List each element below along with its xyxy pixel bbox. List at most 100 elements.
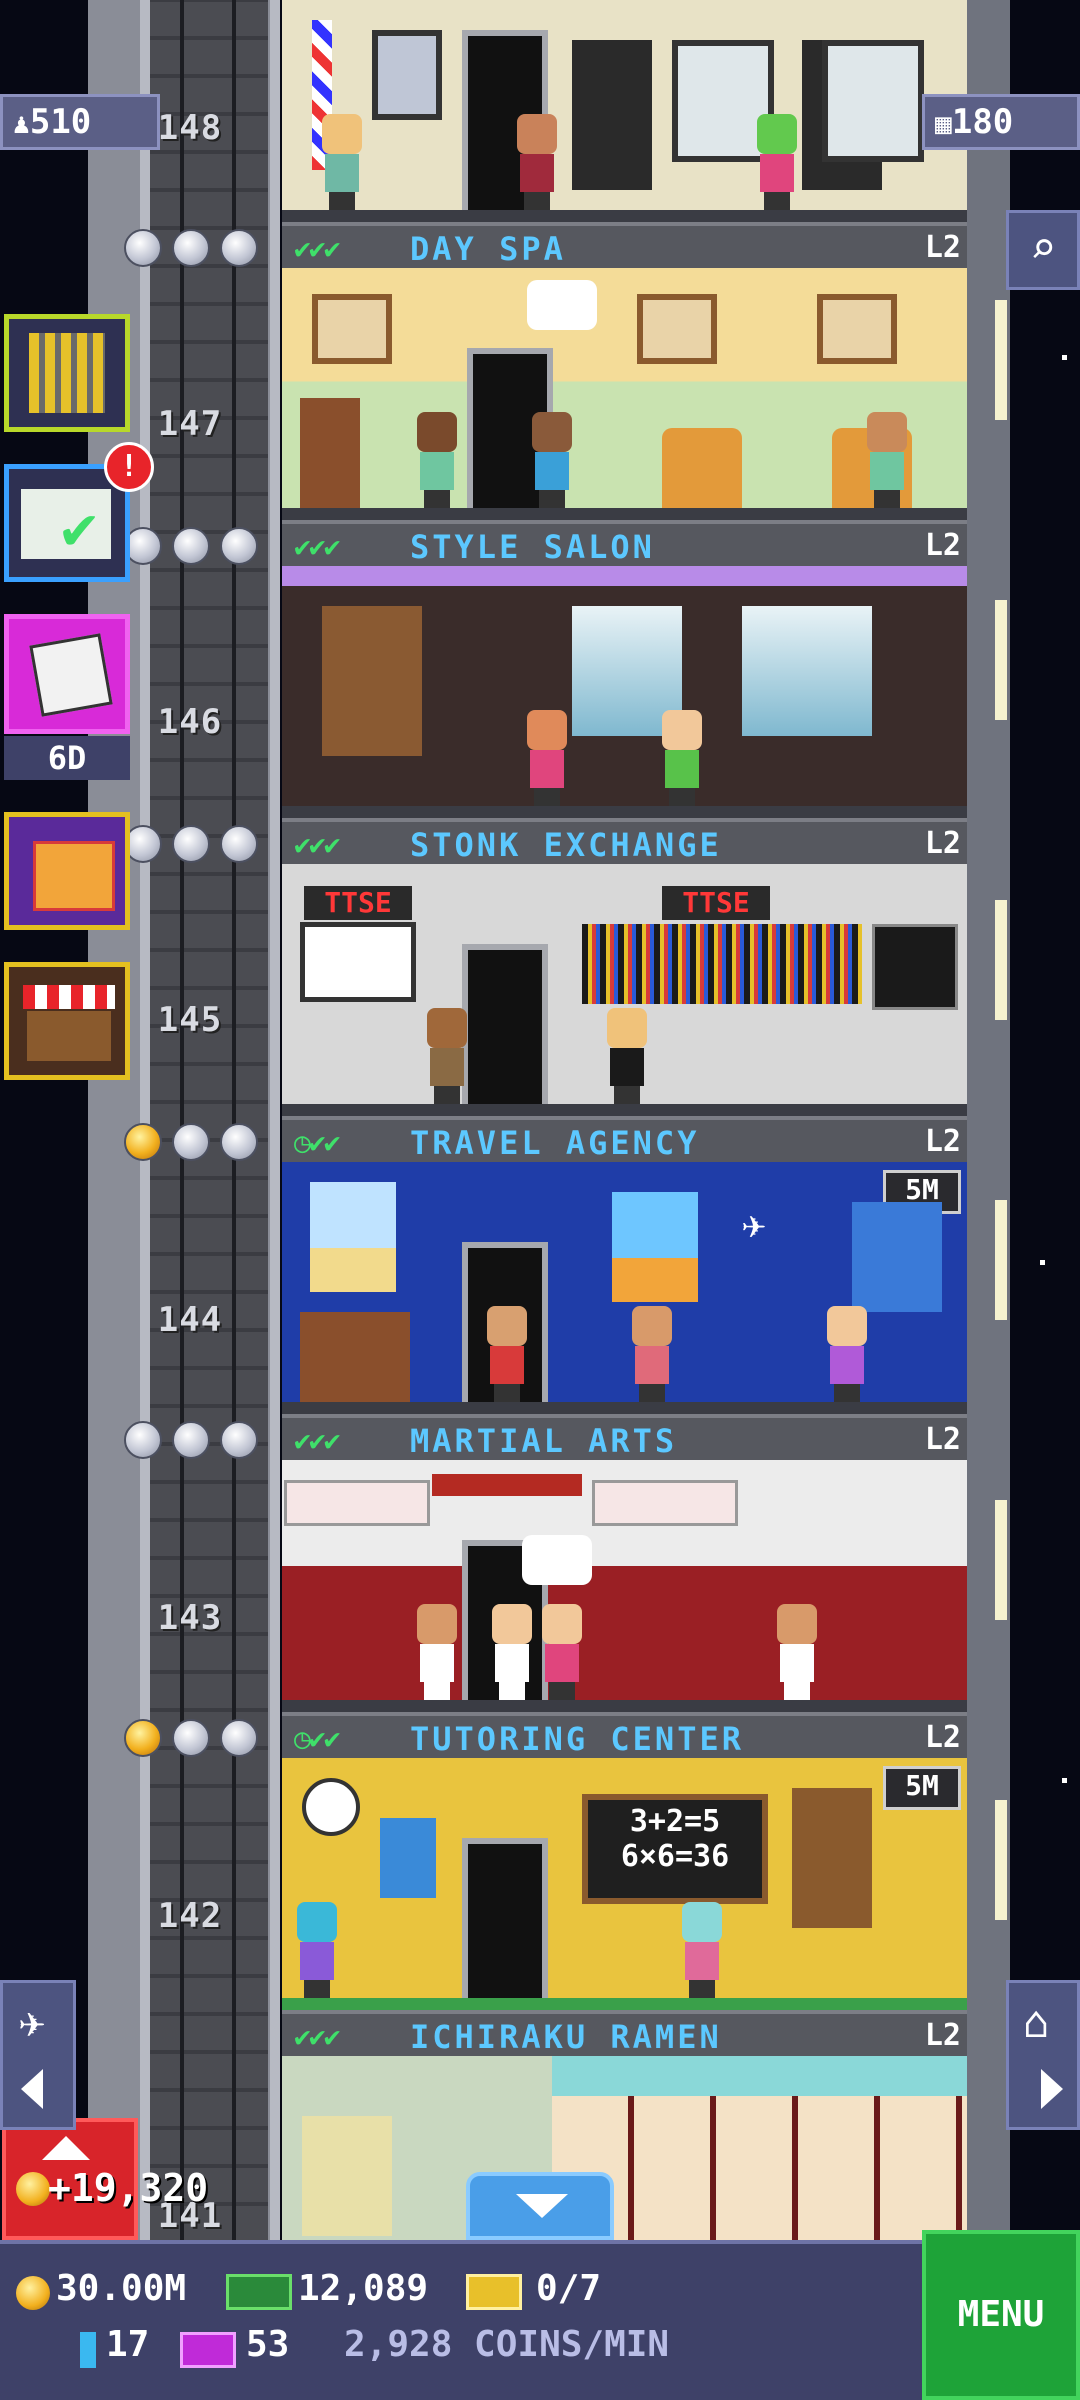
tenant[interactable] <box>602 1008 652 1104</box>
tenant[interactable] <box>487 1604 537 1700</box>
floor-level: L2 <box>924 1720 961 1755</box>
elevator-nav-left-button[interactable]: ✈ <box>0 1980 76 2130</box>
tenant[interactable] <box>527 412 577 508</box>
floor-141[interactable]: ✔✔✔ ICHIRAKU RAMEN L2 <box>282 2010 967 2240</box>
tenant[interactable] <box>422 1008 472 1104</box>
floor-name: ICHIRAKU RAMEN <box>410 2018 722 2056</box>
search-button[interactable]: ⌕ <box>1006 210 1080 290</box>
gift-button[interactable] <box>4 812 130 930</box>
vip-tickets-value[interactable]: 0/7 <box>536 2268 601 2309</box>
bottom-resource-bar: 30.00M 12,089 0/7 17 53 2,928 COINS/MIN <box>0 2240 1080 2400</box>
tenant[interactable] <box>862 412 912 508</box>
floor-checks: ◷✔✔ <box>294 1722 341 1755</box>
checkmark-icon: ✔ <box>61 493 98 563</box>
down-arrow-icon <box>516 2194 568 2218</box>
day-spa-room <box>282 268 967 520</box>
chalkboard-line: 6×6=36 <box>620 1839 730 1874</box>
apple-poster <box>380 1818 436 1898</box>
floor-143[interactable]: ✔✔✔ MARTIAL ARTS L2 <box>282 1414 967 1712</box>
daily-dice-button[interactable] <box>4 614 130 734</box>
shelf <box>300 398 360 508</box>
tenant[interactable] <box>482 1306 532 1402</box>
scroll-down-button[interactable] <box>466 2172 614 2240</box>
floor-level: L2 <box>924 826 961 861</box>
landmark-poster <box>852 1202 942 1312</box>
golden-tickets-value[interactable]: 53 <box>246 2324 289 2365</box>
floor-number: 145 <box>157 1000 223 1040</box>
timer-badge: 5M <box>883 1766 961 1810</box>
floor-142[interactable]: ◷✔✔ TUTORING CENTER L2 5M 3+2=5 6×6=36 <box>282 1712 967 2010</box>
elevator-door <box>462 944 548 1104</box>
framed-picture <box>817 294 897 364</box>
tenant[interactable] <box>822 1306 872 1402</box>
tenant[interactable] <box>537 1604 587 1700</box>
building-overview-button[interactable] <box>4 314 130 432</box>
floor-stars <box>120 825 260 865</box>
chalkboard: 3+2=5 6×6=36 <box>582 1794 768 1904</box>
floor-stars <box>120 527 260 567</box>
tenant[interactable] <box>412 412 462 508</box>
floor-144[interactable]: ◷✔✔ TRAVEL AGENCY L2 5M ✈ <box>282 1116 967 1414</box>
floor-banner: ✔✔✔ STYLE SALON L2 <box>282 520 967 566</box>
bookshelf <box>322 606 422 756</box>
beach-poster <box>310 1182 396 1292</box>
building-icon <box>29 333 105 413</box>
shaft-rail-left <box>140 0 150 2240</box>
dice-timer: 6D <box>4 736 130 780</box>
tenant[interactable] <box>657 710 707 806</box>
tenant[interactable] <box>412 1604 462 1700</box>
floor-145[interactable]: ✔✔✔ STONK EXCHANGE L2 TTSE TTSE <box>282 818 967 1116</box>
floor-level: L2 <box>924 528 961 563</box>
window-light <box>995 600 1007 720</box>
menu-button[interactable]: MENU <box>922 2230 1080 2400</box>
noren-curtains <box>552 2096 967 2240</box>
floor-name: STONK EXCHANGE <box>410 826 722 864</box>
population-counter[interactable]: ♟510 <box>0 94 160 150</box>
floor-reward-text: +19,320 <box>48 2166 209 2210</box>
floor-146[interactable]: ✔✔✔ STYLE SALON L2 <box>282 520 967 818</box>
spa-chair <box>662 428 742 508</box>
bux-value[interactable]: 12,089 <box>298 2268 428 2309</box>
ramen-shop-room <box>282 2056 967 2240</box>
tenant[interactable] <box>752 114 802 210</box>
martial-arts-room <box>282 1460 967 1712</box>
chalkboard-line: 3+2=5 <box>629 1804 721 1839</box>
dice-icon <box>29 633 113 717</box>
shop-stall-button[interactable] <box>4 962 130 1080</box>
floor-name: TUTORING CENTER <box>410 1720 744 1758</box>
vip-ticket-icon <box>466 2274 522 2310</box>
tenant[interactable] <box>522 710 572 806</box>
floor-name: STYLE SALON <box>410 528 655 566</box>
tenant[interactable] <box>512 114 562 210</box>
tenant[interactable] <box>627 1306 677 1402</box>
floor-stars <box>120 1123 260 1163</box>
floor-148[interactable] <box>282 0 967 222</box>
floor-number: 144 <box>157 1300 223 1340</box>
framed-picture <box>637 294 717 364</box>
floors-counter[interactable]: ▦180 <box>922 94 1080 150</box>
keys-value[interactable]: 17 <box>106 2324 149 2365</box>
elevator-door <box>462 1838 548 1998</box>
tenant[interactable] <box>317 114 367 210</box>
home-nav-button[interactable]: ⌂ <box>1006 1980 1080 2130</box>
shop-facade <box>302 2116 392 2236</box>
floor-name: DAY SPA <box>410 230 566 268</box>
window-light <box>995 1500 1007 1620</box>
floor-ledge <box>282 1998 967 2010</box>
tenant[interactable] <box>292 1902 342 1998</box>
floor-147[interactable]: ✔✔✔ DAY SPA L2 <box>282 222 967 520</box>
stall-awning-icon <box>23 985 115 1009</box>
tenant[interactable] <box>677 1902 727 1998</box>
floor-banner: ✔✔✔ ICHIRAKU RAMEN L2 <box>282 2010 967 2056</box>
coins-value[interactable]: 30.00M <box>56 2268 186 2309</box>
up-arrow-icon <box>42 2136 90 2160</box>
floor-banner: ✔✔✔ STONK EXCHANGE L2 <box>282 818 967 864</box>
tenant[interactable] <box>772 1604 822 1700</box>
floor-number: 148 <box>157 108 223 148</box>
barber-room <box>282 0 967 222</box>
alert-badge-icon: ! <box>104 442 154 492</box>
floor-checks: ✔✔✔ <box>294 530 341 563</box>
bookshelf <box>792 1788 872 1928</box>
travel-agency-room: 5M ✈ <box>282 1162 967 1414</box>
person-icon: ✈ <box>19 1997 46 2048</box>
